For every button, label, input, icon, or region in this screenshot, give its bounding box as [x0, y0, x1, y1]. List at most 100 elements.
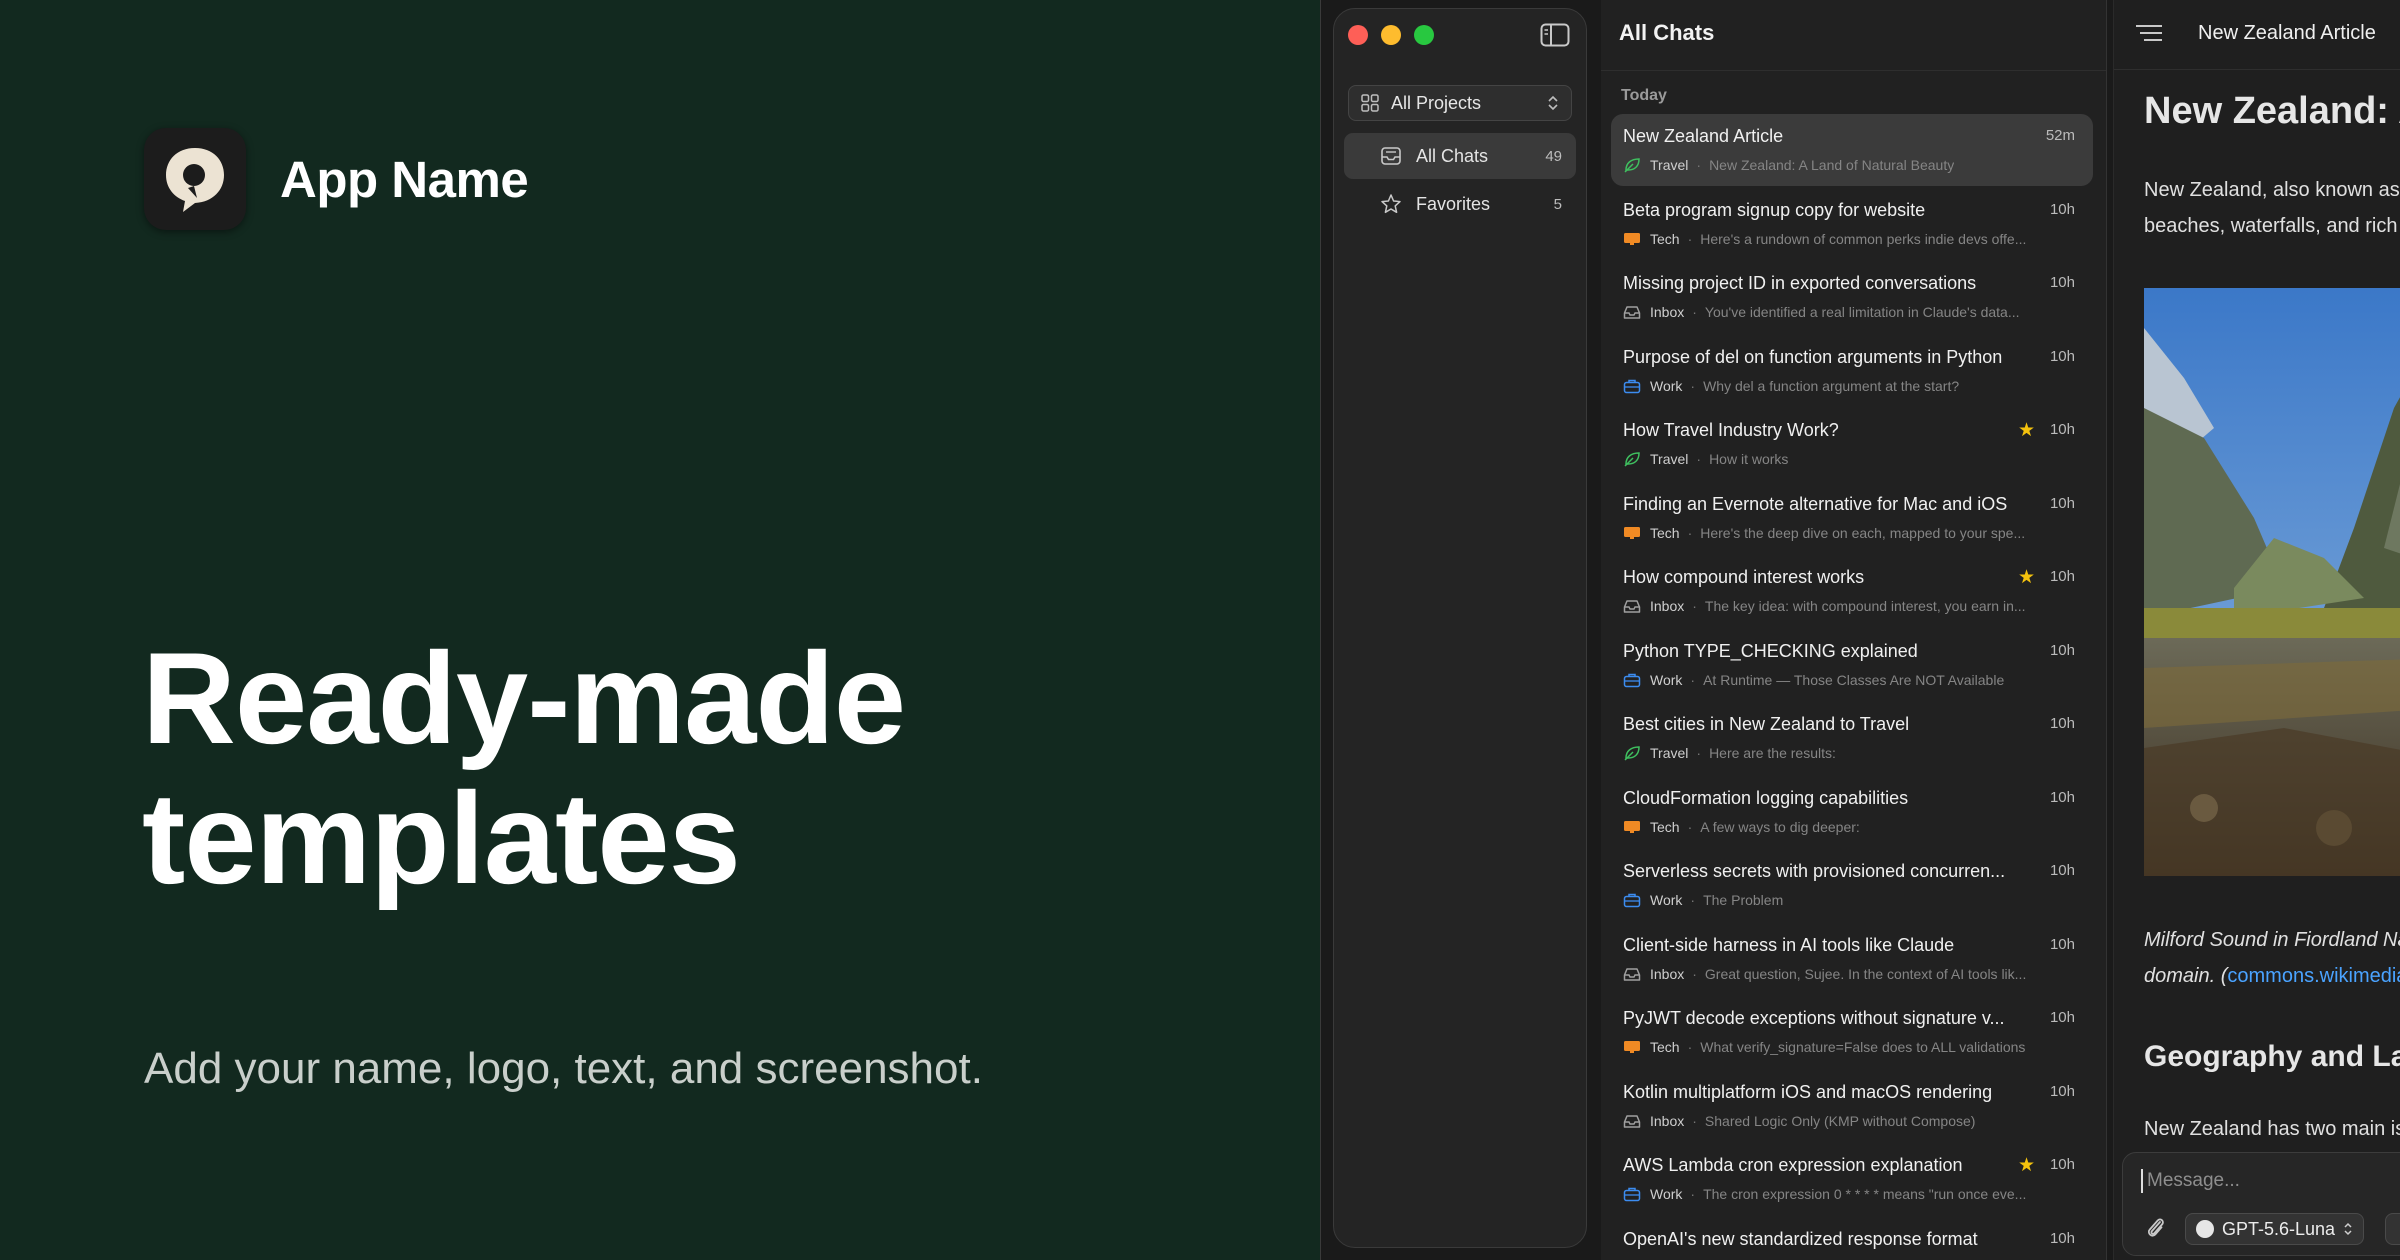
- separator-dot: ·: [1690, 1186, 1696, 1202]
- zoom-window-button[interactable]: [1414, 25, 1434, 45]
- toggle-sidebar-button[interactable]: [1540, 23, 1570, 47]
- chat-meta: Travel · How it works: [1623, 449, 1788, 469]
- chat-time: 10h: [2049, 200, 2075, 218]
- separator-dot: ·: [1687, 524, 1693, 541]
- window-controls: [1348, 25, 1434, 45]
- chat-title: New Zealand Article: [1623, 126, 1784, 146]
- chat-row[interactable]: Best cities in New Zealand to Travel 10h …: [1601, 702, 2106, 776]
- sidebar-item-label: Favorites: [1416, 193, 1491, 214]
- favorite-star-icon[interactable]: ★: [2018, 566, 2035, 589]
- chat-project: Tech: [1650, 524, 1680, 541]
- tray-icon: [1381, 147, 1401, 165]
- chat-row[interactable]: New Zealand Article 52m Travel · New Zeal…: [1601, 114, 2106, 188]
- landscape-photo: [2144, 288, 2400, 876]
- paperclip-icon[interactable]: [2145, 1215, 2167, 1241]
- chat-time: 10h: [2049, 788, 2075, 806]
- caption-text: Milford Sound in Fiordland National Park…: [2144, 929, 2400, 951]
- project-select-label: All Projects: [1391, 92, 1482, 113]
- sidebar-item-all-chats[interactable]: All Chats 49: [1344, 133, 1576, 179]
- composer-option-button[interactable]: [2385, 1213, 2400, 1245]
- chat-preview: How it works: [1709, 451, 1789, 467]
- chat-meta: Work · The cron expression 0 * * * * mea…: [1623, 1184, 2026, 1204]
- chat-row[interactable]: PyJWT decode exceptions without signatur…: [1601, 996, 2106, 1070]
- chat-meta: Inbox · You've identified a real limitat…: [1623, 302, 2020, 322]
- leaf-icon: [1623, 157, 1641, 173]
- project-select[interactable]: All Projects: [1348, 85, 1572, 121]
- article-heading: New Zealand: A Land of Natural Beauty: [2144, 90, 2400, 132]
- headline: Ready-made templates: [142, 628, 1242, 908]
- chat-row[interactable]: AWS Lambda cron expression explanation 10…: [1601, 1143, 2106, 1217]
- article-paragraph: New Zealand, also known as Aotearoa, is …: [2144, 172, 2400, 244]
- chat-time: 10h: [2049, 641, 2075, 659]
- chat-preview: What verify_signature=False does to ALL …: [1700, 1039, 2026, 1055]
- chat-row[interactable]: Finding an Evernote alternative for Mac …: [1601, 482, 2106, 556]
- favorite-star-icon[interactable]: ★: [2018, 419, 2035, 442]
- sidebar-item-favorites[interactable]: Favorites 5: [1344, 181, 1576, 227]
- chat-project: Tech: [1650, 230, 1680, 247]
- sidebar-item-count: 49: [1545, 147, 1562, 165]
- chat-time: 10h: [2049, 715, 2075, 732]
- chat-row[interactable]: Serverless secrets with provisioned conc…: [1601, 849, 2106, 923]
- chat-list-title: All Chats: [1619, 20, 1715, 45]
- caption-link[interactable]: commons.wikimedia.org: [2227, 965, 2400, 987]
- sidebar: All Projects All Chats 49 Favorites 5: [1333, 8, 1587, 1248]
- chat-row[interactable]: How Travel Industry Work? 10h ★ Travel · H…: [1601, 408, 2106, 482]
- chat-rows: New Zealand Article 52m Travel · New Zeal…: [1601, 114, 2106, 1260]
- star-outline-icon: [1381, 194, 1401, 214]
- chat-row[interactable]: Client-side harness in AI tools like Cla…: [1601, 923, 2106, 997]
- chat-row[interactable]: Kotlin multiplatform iOS and macOS rende…: [1601, 1070, 2106, 1144]
- chat-row[interactable]: Beta program signup copy for website 10h …: [1601, 188, 2106, 262]
- separator-dot: ·: [1692, 1112, 1697, 1129]
- message-input[interactable]: Message...: [2141, 1169, 2240, 1193]
- chat-row[interactable]: OpenAI's new standardized response forma…: [1601, 1217, 2106, 1260]
- list-menu-icon[interactable]: [2134, 22, 2164, 46]
- app-logo-icon: [144, 128, 246, 230]
- monitor-icon: [1623, 525, 1641, 541]
- inbox-icon: [1623, 598, 1641, 614]
- minimize-window-button[interactable]: [1381, 25, 1401, 45]
- chat-meta: Inbox · Great question, Sujee. In the co…: [1623, 964, 2026, 984]
- chat-project: Inbox: [1650, 598, 1685, 614]
- sidebar-nav: All Chats 49 Favorites 5: [1344, 133, 1576, 229]
- chat-project: Tech: [1650, 818, 1680, 835]
- separator-dot: ·: [1692, 304, 1697, 320]
- chat-preview: The key idea: with compound interest, yo…: [1704, 598, 2026, 614]
- separator-dot: ·: [1687, 230, 1693, 247]
- chat-time: 10h: [2049, 1009, 2075, 1026]
- subline: Add your name, logo, text, and screensho…: [144, 1044, 983, 1093]
- favorite-star-icon[interactable]: ★: [2018, 1154, 2035, 1177]
- article-paragraph-line: New Zealand, also known as Aotearoa, is …: [2144, 179, 2400, 201]
- chat-project: Travel: [1650, 745, 1689, 761]
- close-window-button[interactable]: [1348, 25, 1368, 45]
- chat-title: CloudFormation logging capabilities: [1623, 787, 1909, 808]
- chat-meta: Travel · Here are the results:: [1623, 743, 1836, 763]
- chat-title: Finding an Evernote alternative for Mac …: [1623, 493, 2008, 514]
- leaf-icon: [1623, 451, 1641, 467]
- model-selector[interactable]: GPT-5.6-Luna: [2185, 1213, 2365, 1245]
- chat-meta: Work · At Runtime — Those Classes Are NO…: [1623, 670, 2004, 690]
- chat-preview: The cron expression 0 * * * * means "run…: [1703, 1186, 2027, 1202]
- chat-row[interactable]: Missing project ID in exported conversat…: [1601, 261, 2106, 335]
- chat-time: 10h: [2049, 1229, 2075, 1247]
- chat-row[interactable]: CloudFormation logging capabilities 10h T…: [1601, 776, 2106, 850]
- briefcase-icon: [1623, 892, 1641, 908]
- inbox-icon: [1623, 304, 1641, 320]
- separator-dot: ·: [1687, 818, 1693, 835]
- photo-caption: Milford Sound in Fiordland National Park…: [2144, 922, 2400, 994]
- separator-dot: ·: [1692, 965, 1697, 982]
- chat-meta: Work · The Problem: [1623, 890, 1783, 910]
- chat-row[interactable]: How compound interest works 10h ★ Inbox · …: [1601, 555, 2106, 629]
- separator-dot: ·: [1690, 671, 1696, 688]
- chat-preview: The Problem: [1703, 892, 1784, 908]
- chat-row[interactable]: Purpose of del on function arguments in …: [1601, 335, 2106, 409]
- chat-project: Tech: [1650, 1039, 1680, 1055]
- chat-meta: Tech · What verify_signature=False does …: [1623, 1037, 2025, 1057]
- chat-time: 10h: [2049, 935, 2075, 953]
- message-composer: Message... GPT-5.6-Luna: [2122, 1152, 2400, 1256]
- chat-meta: Tech · Here's the deep dive on each, map…: [1623, 523, 2025, 543]
- divider: [1601, 70, 2106, 71]
- chat-row[interactable]: Python TYPE_CHECKING explained 10h Work ·…: [1601, 629, 2106, 703]
- chat-time: 10h: [2049, 494, 2075, 512]
- chat-time: 10h: [2049, 347, 2075, 365]
- chat-project: Work: [1650, 377, 1683, 394]
